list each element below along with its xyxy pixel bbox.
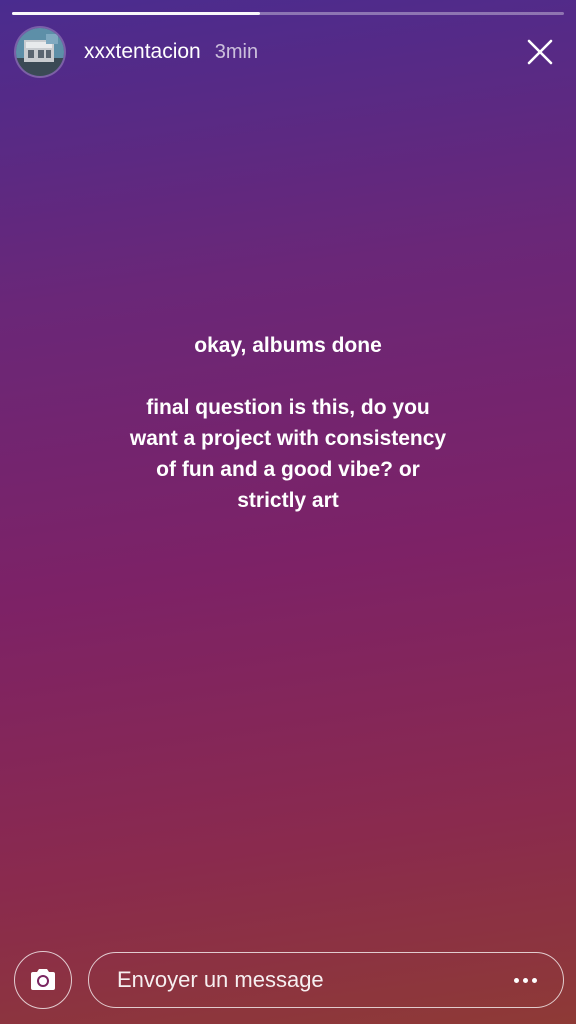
more-options-button[interactable] (514, 977, 537, 983)
camera-button[interactable] (14, 951, 72, 1009)
more-horizontal-icon-dot (532, 977, 537, 983)
close-icon (527, 39, 553, 65)
more-horizontal-icon-dot (514, 977, 519, 983)
close-button[interactable] (522, 34, 558, 70)
story-progress-bar (12, 12, 564, 15)
story-text: okay, albums done final question is this… (120, 330, 456, 516)
story-timestamp: 3min (214, 40, 259, 63)
story-text-line-1: okay, albums done (194, 334, 382, 357)
message-input[interactable]: Envoyer un message (88, 952, 564, 1008)
message-placeholder: Envoyer un message (117, 967, 324, 992)
reply-bar: Envoyer un message (14, 950, 564, 1010)
avatar[interactable] (16, 28, 64, 76)
story-progress-fill (12, 12, 261, 15)
story-username[interactable]: xxxtentacion (84, 40, 201, 64)
story-text-line-2: final question is this, do you want a pr… (129, 396, 447, 512)
story-header: xxxtentacion 3min (16, 24, 560, 80)
avatar-image (16, 28, 64, 76)
camera-icon (31, 969, 55, 990)
story-viewer[interactable]: xxxtentacion 3min okay, albums done fina… (0, 0, 576, 1024)
more-horizontal-icon-dot (523, 977, 528, 983)
